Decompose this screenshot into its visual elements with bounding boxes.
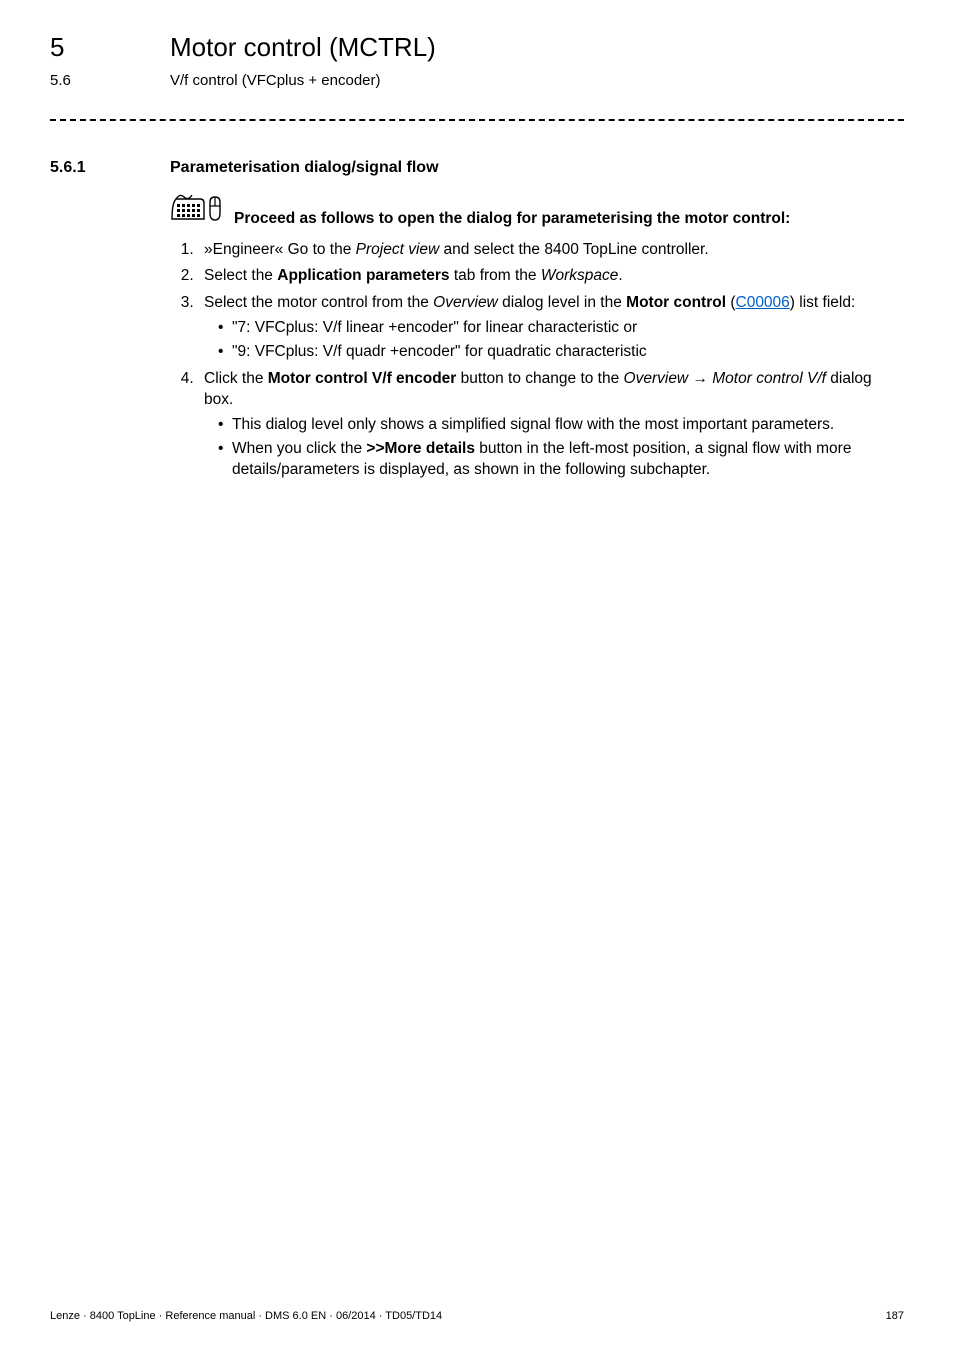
chapter-number: 5 <box>50 30 170 65</box>
chapter-title: Motor control (MCTRL) <box>170 30 436 65</box>
step-2-text-c: tab from the <box>450 267 541 284</box>
step-4: Click the Motor control V/f encoder butt… <box>198 369 904 481</box>
step-4-em-e: Motor control V/f <box>712 370 826 387</box>
step-3-strong: Motor control <box>626 294 726 311</box>
step-3-sub-1: "7: VFCplus: V/f linear +encoder" for li… <box>218 318 904 339</box>
step-3-sublist: "7: VFCplus: V/f linear +encoder" for li… <box>218 318 904 363</box>
steps-list: »Engineer« Go to the Project view and se… <box>198 240 904 481</box>
proceed-line: Proceed as follows to open the dialog fo… <box>170 193 904 230</box>
step-3-sub-2: "9: VFCplus: V/f quadr +encoder" for qua… <box>218 342 904 363</box>
step-3-text-e: ( <box>726 294 735 311</box>
step-2-strong: Application parameters <box>277 267 449 284</box>
subsection-number: 5.6.1 <box>50 157 170 179</box>
step-3-text-c: dialog level in the <box>498 294 626 311</box>
footer-page-number: 187 <box>886 1309 904 1324</box>
step-1: »Engineer« Go to the Project view and se… <box>198 240 904 261</box>
step-3-text-f: ) list field: <box>790 294 855 311</box>
step-2: Select the Application parameters tab fr… <box>198 266 904 287</box>
step-2-em: Workspace <box>541 267 619 284</box>
c00006-link[interactable]: C00006 <box>736 294 790 311</box>
section-number: 5.6 <box>50 71 170 91</box>
page-footer: Lenze · 8400 TopLine · Reference manual … <box>50 1309 904 1324</box>
step-1-text-c: and select the 8400 TopLine controller. <box>439 241 708 258</box>
step-2-text-a: Select the <box>204 267 277 284</box>
step-4-strong: Motor control V/f encoder <box>268 370 457 387</box>
step-4-sub-2-strong: >>More details <box>366 440 475 457</box>
step-4-text-c: button to change to the <box>456 370 623 387</box>
keypad-mouse-icon <box>170 193 224 230</box>
chapter-header: 5 Motor control (MCTRL) <box>50 30 904 65</box>
proceed-heading: Proceed as follows to open the dialog fo… <box>234 209 790 230</box>
step-2-text-e: . <box>618 267 622 284</box>
divider-dashed <box>50 119 904 121</box>
step-4-sub-1: This dialog level only shows a simplifie… <box>218 415 904 436</box>
subsection-header: 5.6.1 Parameterisation dialog/signal flo… <box>50 157 904 179</box>
section-header: 5.6 V/f control (VFCplus + encoder) <box>50 71 904 91</box>
step-4-sub-2-a: When you click the <box>232 440 366 457</box>
section-title-text: V/f control (VFCplus + encoder) <box>170 71 381 91</box>
step-3: Select the motor control from the Overvi… <box>198 293 904 363</box>
step-4-sub-2: When you click the >>More details button… <box>218 439 904 481</box>
step-3-text-a: Select the motor control from the <box>204 294 433 311</box>
step-4-text-a: Click the <box>204 370 268 387</box>
step-4-sublist: This dialog level only shows a simplifie… <box>218 415 904 481</box>
step-1-text-a: »Engineer« Go to the <box>204 241 356 258</box>
step-4-em-d: Overview <box>624 370 689 387</box>
step-1-em: Project view <box>356 241 440 258</box>
step-3-em-b: Overview <box>433 294 498 311</box>
arrow-icon: → <box>688 370 712 387</box>
footer-left: Lenze · 8400 TopLine · Reference manual … <box>50 1309 442 1324</box>
subsection-title: Parameterisation dialog/signal flow <box>170 157 439 179</box>
